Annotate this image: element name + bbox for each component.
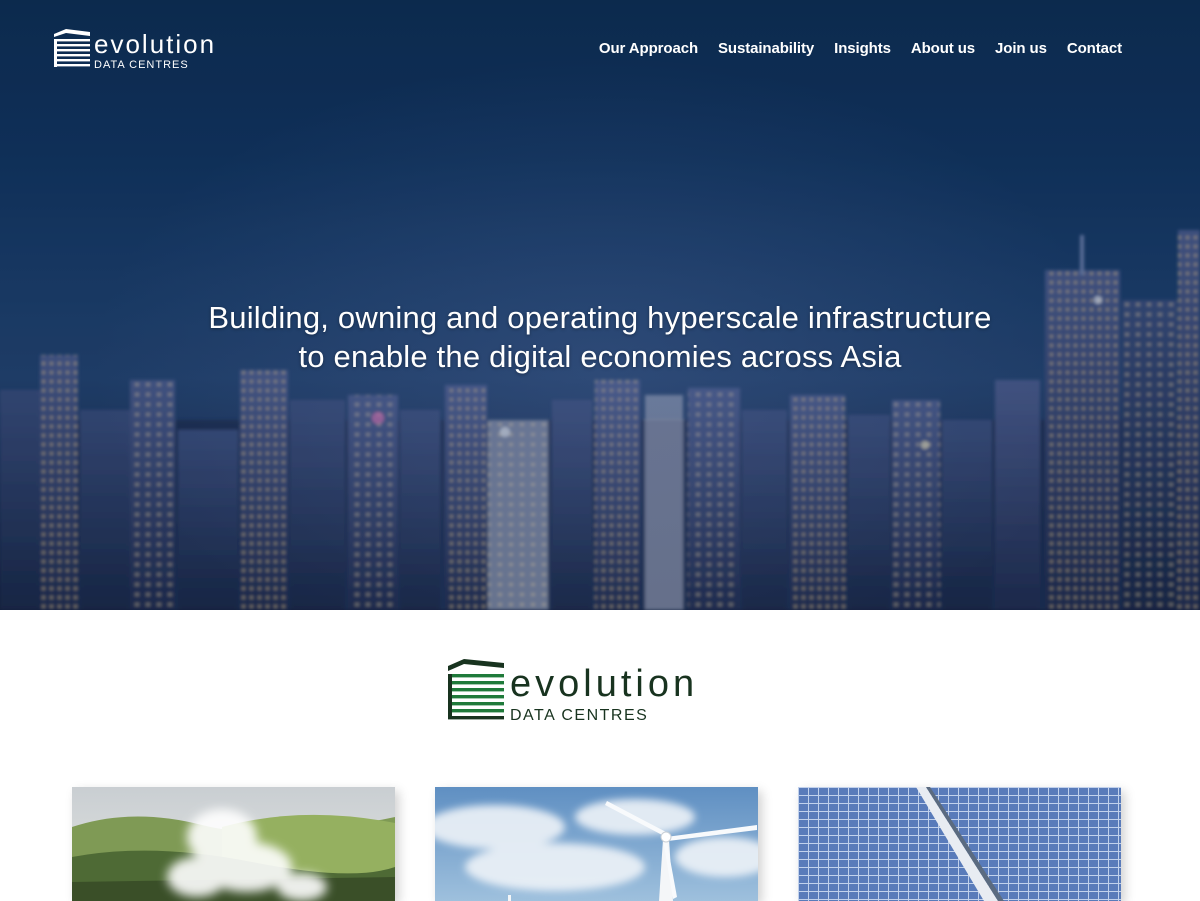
nav-item-insights[interactable]: Insights <box>834 40 891 58</box>
evolution-logo-color: evolution DATA CENTRES <box>448 659 698 724</box>
geothermal-card[interactable] <box>72 787 395 901</box>
solar-panel-image <box>798 787 1121 901</box>
main-navigation: Our Approach Sustainability Insights Abo… <box>579 40 1122 58</box>
brand-name: evolution <box>94 29 216 59</box>
hero-tagline-line1: Building, owning and operating hyperscal… <box>208 300 992 335</box>
evolution-logo-white[interactable]: evolution DATA CENTRES <box>52 28 252 72</box>
nav-item-sustainability[interactable]: Sustainability <box>718 40 814 58</box>
brand-name-color: evolution <box>510 663 698 705</box>
geothermal-image <box>72 787 395 901</box>
wind-turbine-image <box>435 787 758 901</box>
solar-panel-card[interactable] <box>798 787 1121 901</box>
wind-turbine-card[interactable] <box>435 787 758 901</box>
nav-item-contact[interactable]: Contact <box>1067 40 1122 58</box>
hero-tagline: Building, owning and operating hyperscal… <box>0 298 1200 376</box>
hero-banner: evolution DATA CENTRES Our Approach Sust… <box>0 0 1200 610</box>
brand-subname-color: DATA CENTRES <box>510 707 648 724</box>
hero-tagline-line2: to enable the digital economies across A… <box>298 339 902 374</box>
nav-item-about-us[interactable]: About us <box>911 40 975 58</box>
nav-item-our-approach[interactable]: Our Approach <box>599 40 698 58</box>
nav-item-join-us[interactable]: Join us <box>995 40 1047 58</box>
brand-subname: DATA CENTRES <box>94 59 189 71</box>
